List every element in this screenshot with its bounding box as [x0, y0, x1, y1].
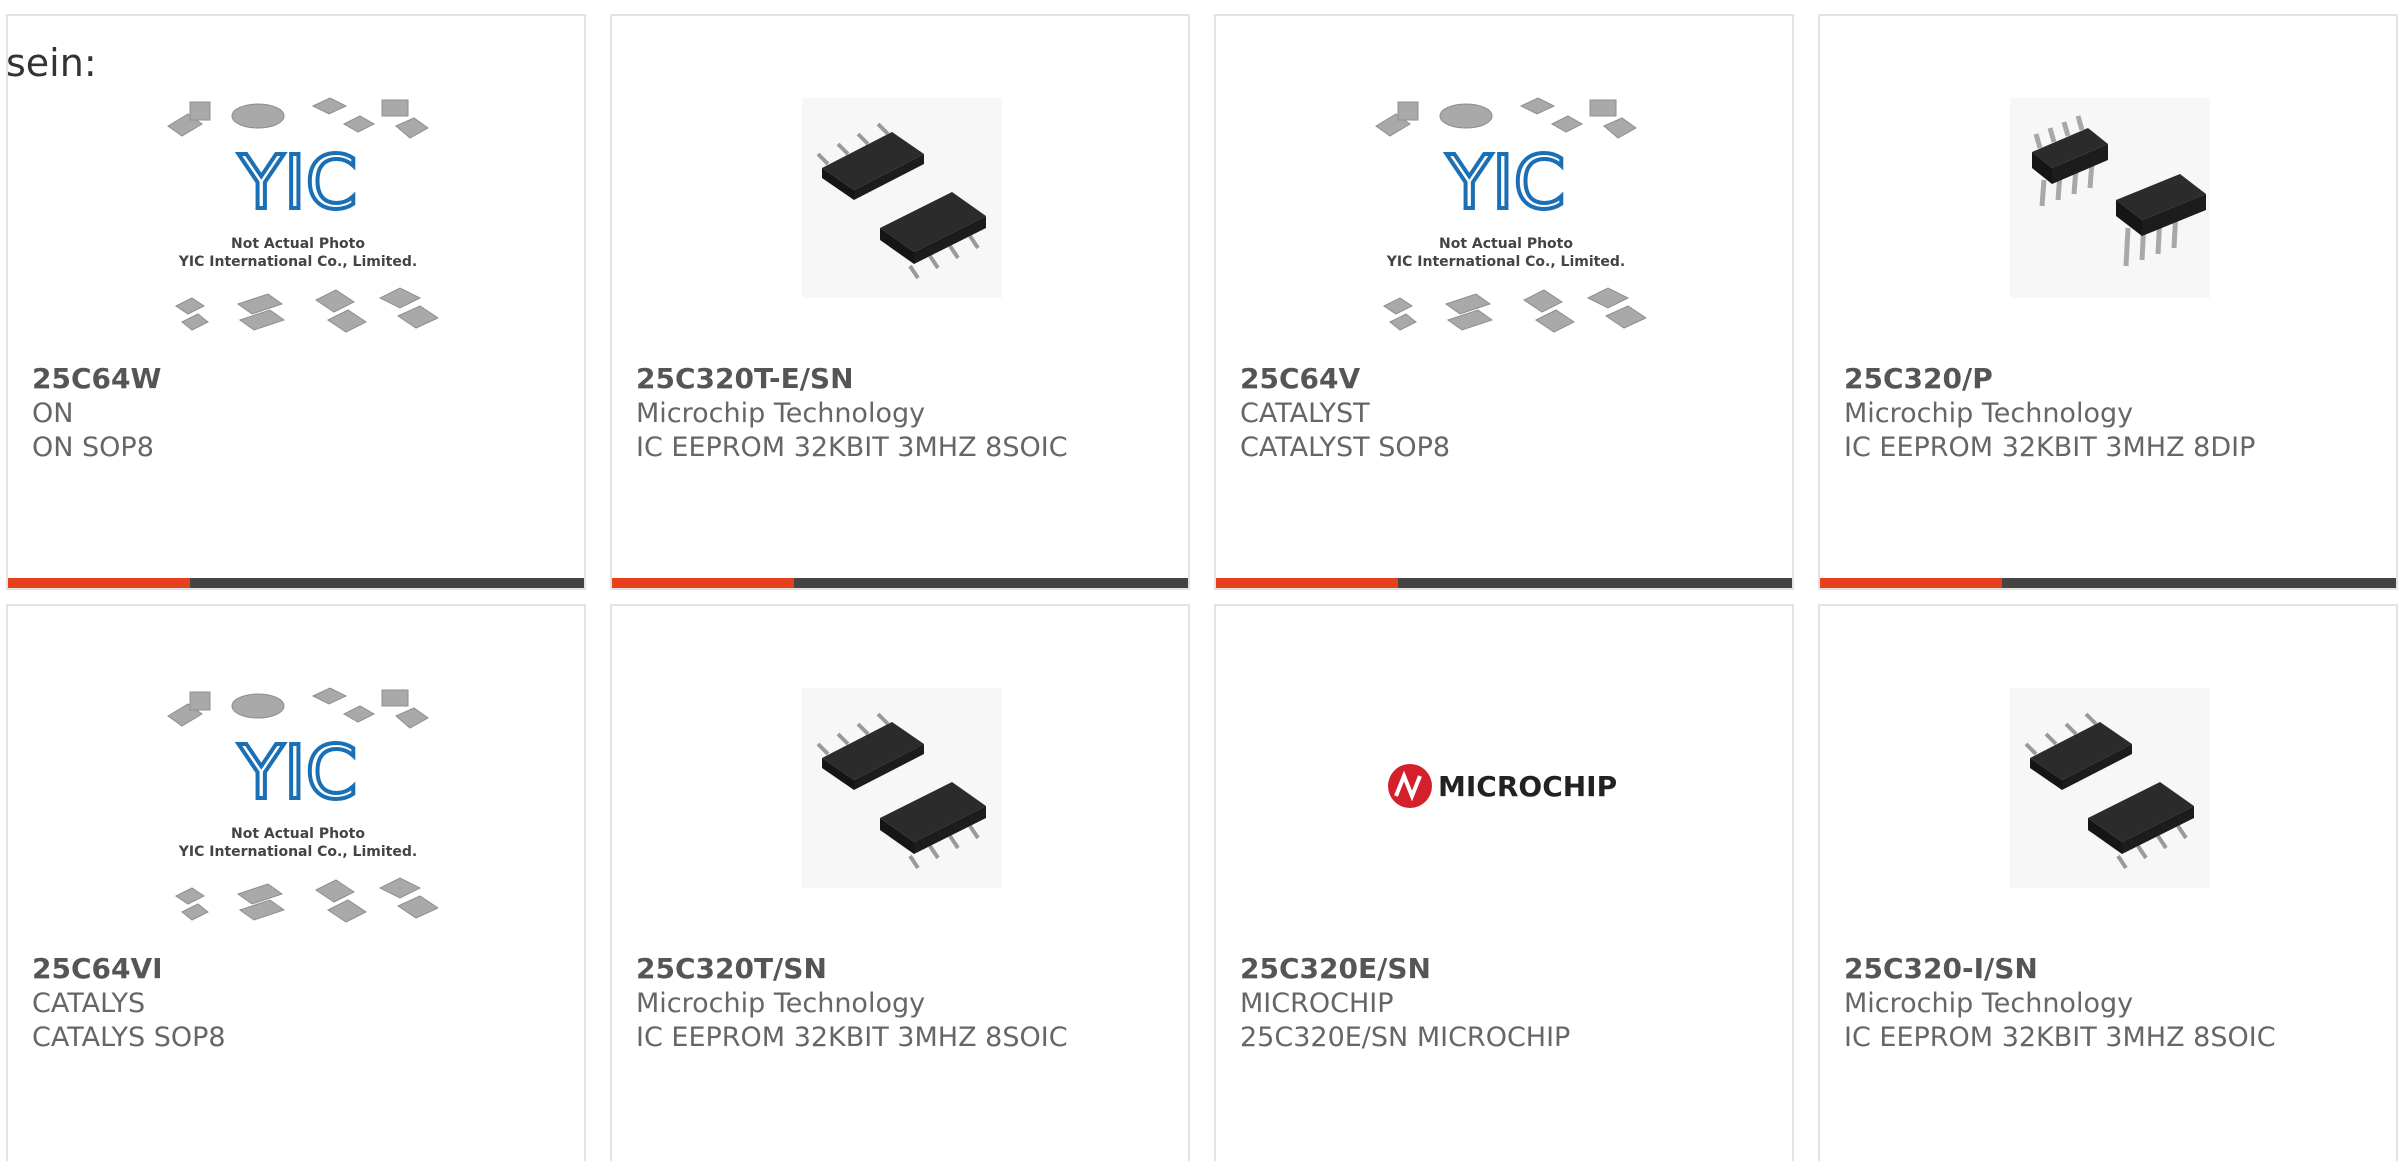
card-accent-bar	[1820, 578, 2002, 588]
placeholder-photo-icon: YIC Not Actual Photo YIC International C…	[167, 687, 438, 923]
svg-text:Not Actual Photo: Not Actual Photo	[231, 826, 365, 842]
product-part-number[interactable]: 25C320E/SN	[1240, 952, 1431, 985]
microchip-logo-icon: MICROCHIP	[1388, 764, 1617, 808]
product-description: IC EEPROM 32KBIT 3MHZ 8DIP	[1844, 432, 2256, 463]
product-card[interactable]: MICROCHIP 25C320E/SN MICROCHIP 25C320E/S…	[1214, 604, 1794, 1161]
product-image[interactable]: MICROCHIP	[1366, 678, 1646, 938]
placeholder-photo-icon: YIC Not Actual Photo YIC International C…	[1375, 97, 1646, 333]
placeholder-photo-icon: YIC Not Actual Photo YIC International C…	[167, 97, 438, 333]
product-description: IC EEPROM 32KBIT 3MHZ 8SOIC	[636, 432, 1068, 463]
product-manufacturer: Microchip Technology	[636, 988, 926, 1019]
product-part-number[interactable]: 25C320T-E/SN	[636, 362, 854, 395]
card-bottom-bar	[612, 578, 1188, 588]
card-accent-bar	[8, 578, 190, 588]
product-image[interactable]	[1970, 678, 2250, 938]
product-description: IC EEPROM 32KBIT 3MHZ 8SOIC	[1844, 1022, 2276, 1053]
product-manufacturer: ON	[32, 398, 74, 429]
product-description: CATALYST SOP8	[1240, 432, 1451, 463]
product-description: IC EEPROM 32KBIT 3MHZ 8SOIC	[636, 1022, 1068, 1053]
product-card[interactable]: 25C320/P Microchip Technology IC EEPROM …	[1818, 14, 2398, 590]
product-image[interactable]: YIC Not Actual Photo YIC International C…	[158, 678, 438, 938]
product-description: 25C320E/SN MICROCHIP	[1240, 1022, 1571, 1053]
product-manufacturer: Microchip Technology	[1844, 988, 2134, 1019]
product-card[interactable]: 25C320T-E/SN Microchip Technology IC EEP…	[610, 14, 1190, 590]
product-image[interactable]	[1970, 88, 2250, 348]
svg-text:YIC: YIC	[238, 140, 358, 226]
product-card[interactable]: YIC Not Actual Photo YIC International C…	[6, 14, 586, 590]
product-description: CATALYS SOP8	[32, 1022, 226, 1053]
product-card[interactable]: 25C320T/SN Microchip Technology IC EEPRO…	[610, 604, 1190, 1161]
product-image[interactable]	[762, 88, 1042, 348]
product-description: ON SOP8	[32, 432, 154, 463]
svg-text:Not Actual Photo: Not Actual Photo	[231, 236, 365, 252]
svg-text:YIC International Co., Limited: YIC International Co., Limited.	[1386, 254, 1625, 270]
product-part-number[interactable]: 25C64V	[1240, 362, 1360, 395]
dip8-chip-icon	[2010, 98, 2210, 298]
product-manufacturer: MICROCHIP	[1240, 988, 1394, 1019]
soic8-chip-icon	[802, 688, 1002, 888]
product-card[interactable]: YIC Not Actual Photo YIC International C…	[1214, 14, 1794, 590]
product-image[interactable]: YIC Not Actual Photo YIC International C…	[158, 88, 438, 348]
product-card[interactable]: 25C320-I/SN Microchip Technology IC EEPR…	[1818, 604, 2398, 1161]
product-part-number[interactable]: 25C64W	[32, 362, 161, 395]
soic8-chip-icon	[802, 98, 1002, 298]
product-grid-page: sein: YIC Not Actual Photo YIC Internati…	[0, 0, 2400, 1161]
product-part-number[interactable]: 25C64VI	[32, 952, 163, 985]
card-bottom-bar	[8, 578, 584, 588]
product-manufacturer: Microchip Technology	[1844, 398, 2134, 429]
product-manufacturer: CATALYST	[1240, 398, 1370, 429]
svg-text:MICROCHIP: MICROCHIP	[1438, 770, 1617, 803]
svg-text:YIC: YIC	[238, 730, 358, 816]
card-accent-bar	[1216, 578, 1398, 588]
soic8-chip-icon	[2010, 688, 2210, 888]
product-card[interactable]: YIC Not Actual Photo YIC International C…	[6, 604, 586, 1161]
product-image[interactable]: YIC Not Actual Photo YIC International C…	[1366, 88, 1646, 348]
product-image[interactable]	[762, 678, 1042, 938]
product-manufacturer: Microchip Technology	[636, 398, 926, 429]
product-part-number[interactable]: 25C320-I/SN	[1844, 952, 2038, 985]
svg-text:YIC International Co., Limited: YIC International Co., Limited.	[178, 254, 417, 270]
card-bottom-bar	[1216, 578, 1792, 588]
product-part-number[interactable]: 25C320T/SN	[636, 952, 827, 985]
svg-text:YIC International Co., Limited: YIC International Co., Limited.	[178, 844, 417, 860]
product-manufacturer: CATALYS	[32, 988, 146, 1019]
svg-text:Not Actual Photo: Not Actual Photo	[1439, 236, 1573, 252]
intro-text: sein:	[6, 41, 97, 85]
card-bottom-bar	[1820, 578, 2396, 588]
card-accent-bar	[612, 578, 794, 588]
product-part-number[interactable]: 25C320/P	[1844, 362, 1993, 395]
svg-text:YIC: YIC	[1446, 140, 1566, 226]
